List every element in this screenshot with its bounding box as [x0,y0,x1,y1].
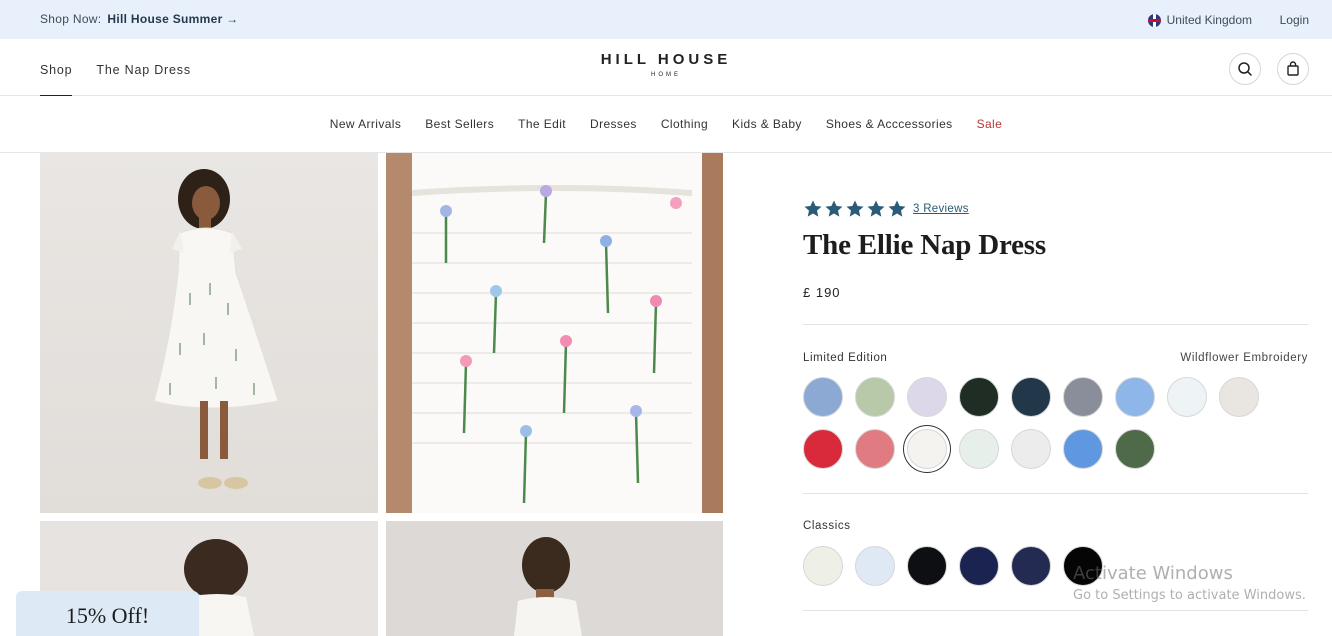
discount-tab-label: 15% Off! [65,603,150,628]
site-header: Shop The Nap Dress HILL HOUSE HOME [0,39,1332,96]
region-label: United Kingdom [1166,13,1252,27]
watermark-subtitle: Go to Settings to activate Windows. [1073,588,1306,603]
classics-label: Classics [803,520,851,532]
announcement-promo[interactable]: Shop Now: Hill House Summer → [40,12,238,26]
product-image-full-length[interactable] [40,153,378,513]
cat-shoes-accessories[interactable]: Shoes & Acccessories [826,96,953,152]
cat-new-arrivals[interactable]: New Arrivals [330,96,401,152]
cart-button[interactable] [1277,53,1309,85]
color-swatch[interactable] [1011,377,1051,417]
logo-subline: HOME [651,72,681,78]
color-swatch[interactable] [907,429,947,469]
color-swatch[interactable] [803,429,843,469]
product-image-side[interactable] [386,521,723,636]
color-swatch[interactable] [855,429,895,469]
color-swatch[interactable] [1063,429,1103,469]
search-icon [1238,62,1253,77]
cat-best-sellers[interactable]: Best Sellers [425,96,494,152]
color-swatch[interactable] [1167,377,1207,417]
color-swatch[interactable] [907,377,947,417]
cat-kids-baby[interactable]: Kids & Baby [732,96,802,152]
color-swatch[interactable] [1219,377,1259,417]
region-selector[interactable]: United Kingdom [1147,13,1252,27]
color-swatch[interactable] [1011,546,1051,586]
color-swatch[interactable] [1115,429,1155,469]
color-swatch[interactable] [1115,377,1155,417]
color-swatch[interactable] [907,546,947,586]
login-link[interactable]: Login [1280,13,1309,27]
product-price: £ 190 [803,285,841,300]
cat-dresses[interactable]: Dresses [590,96,637,152]
divider [803,610,1308,611]
divider [803,493,1308,494]
color-swatch[interactable] [855,546,895,586]
color-swatch[interactable] [855,377,895,417]
reviews-link[interactable]: 3 Reviews [913,203,969,215]
logo-wordmark: HILL HOUSE [600,51,732,68]
limited-edition-label: Limited Edition [803,352,888,364]
rating-stars [803,199,907,219]
color-swatch[interactable] [803,377,843,417]
search-button[interactable] [1229,53,1261,85]
color-swatch[interactable] [1063,377,1103,417]
announcement-link[interactable]: Hill House Summer → [107,12,238,26]
site-logo[interactable]: HILL HOUSE HOME [0,51,1332,78]
star-icon [804,200,822,217]
product-image-detail[interactable] [386,153,723,513]
watermark-title: Activate Windows [1073,563,1233,584]
category-nav: New Arrivals Best Sellers The Edit Dress… [0,96,1332,153]
cat-the-edit[interactable]: The Edit [518,96,566,152]
cat-clothing[interactable]: Clothing [661,96,708,152]
announcement-bar: Shop Now: Hill House Summer → United King… [0,0,1332,39]
color-swatch[interactable] [959,546,999,586]
color-swatch[interactable] [1011,429,1051,469]
discount-tab[interactable]: 15% Off! [16,591,199,636]
star-icon [846,200,864,217]
cat-sale[interactable]: Sale [977,96,1003,152]
color-swatch[interactable] [803,546,843,586]
star-icon [825,200,843,217]
announcement-prefix: Shop Now: [40,12,102,26]
color-swatch[interactable] [959,429,999,469]
star-icon [888,200,906,217]
color-swatch[interactable] [959,377,999,417]
star-icon [867,200,885,217]
windows-activation-watermark: Activate Windows Go to Settings to activ… [1073,563,1306,603]
product-title: The Ellie Nap Dress [803,229,1046,261]
selected-color-name: Wildflower Embroidery [1180,352,1308,364]
bag-icon [1287,61,1299,76]
uk-flag-icon [1147,13,1161,27]
divider [803,324,1308,325]
